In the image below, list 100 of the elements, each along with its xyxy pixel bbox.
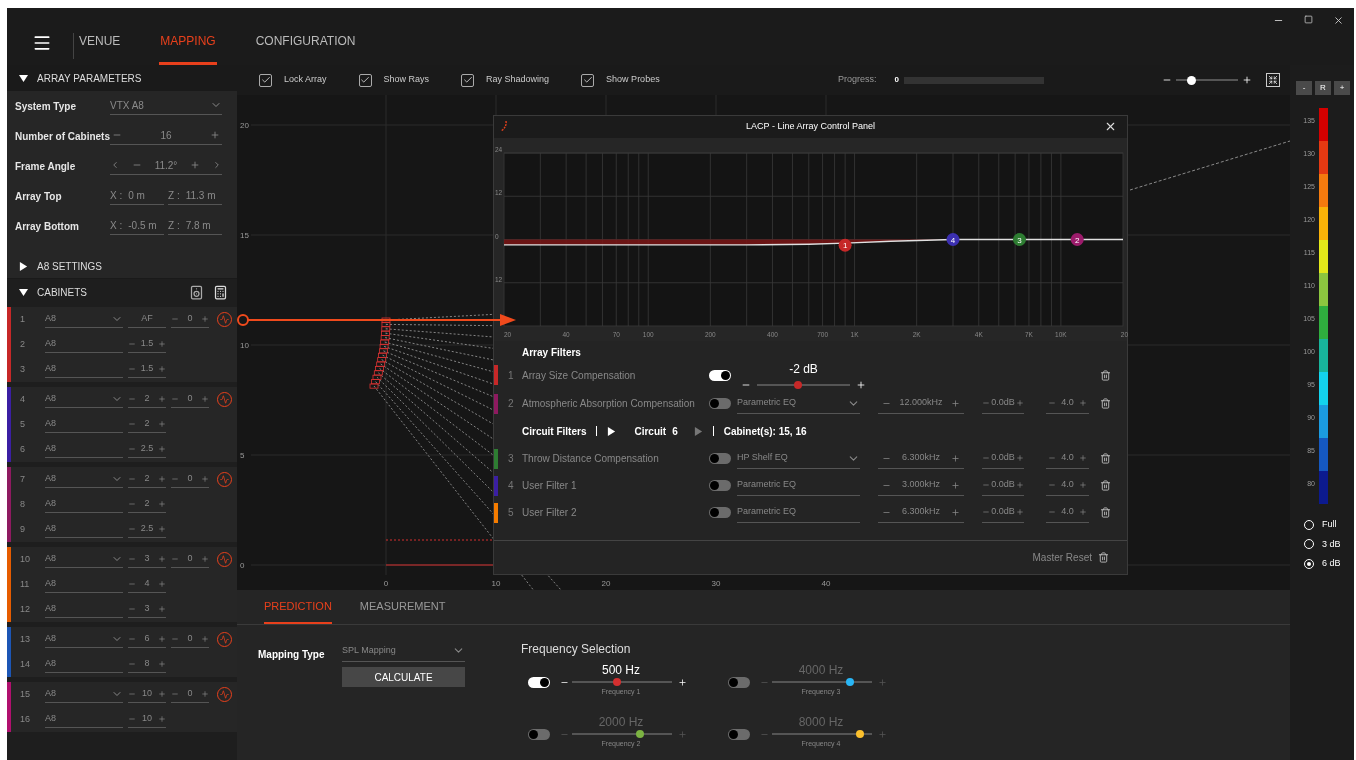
- close-icon[interactable]: [1333, 15, 1344, 26]
- close-icon[interactable]: [1104, 120, 1117, 133]
- coordinate-field[interactable]: X : 0 m: [110, 187, 164, 205]
- angle-field[interactable]: AF: [128, 311, 166, 328]
- waveform-icon[interactable]: [217, 687, 232, 702]
- triangle-right-icon[interactable]: [19, 262, 28, 271]
- chevron-left-icon[interactable]: [110, 160, 120, 170]
- toggle-switch[interactable]: [709, 398, 731, 409]
- toggle-switch[interactable]: [709, 480, 731, 491]
- filter-marker[interactable]: 4: [946, 233, 960, 246]
- filter-type-select[interactable]: Parametric EQ: [737, 393, 860, 414]
- calculator-icon[interactable]: [213, 284, 228, 300]
- slider-thumb[interactable]: [856, 730, 864, 738]
- cabinet-type-select[interactable]: A8: [45, 551, 123, 568]
- slider-thumb[interactable]: [613, 678, 621, 686]
- trash-icon[interactable]: [1100, 480, 1111, 491]
- chevron-right-icon[interactable]: [212, 160, 222, 170]
- field-label: Mapping Type: [258, 648, 326, 662]
- coordinate-field[interactable]: X : -0.5 m: [110, 217, 164, 235]
- filter-marker[interactable]: 1: [838, 238, 852, 252]
- cabinet-type-select[interactable]: A8: [45, 311, 123, 328]
- slider-thumb[interactable]: [846, 678, 854, 686]
- plus-icon[interactable]: [678, 677, 687, 687]
- coordinate-field[interactable]: Z : 11.3 m: [168, 187, 222, 205]
- filter-name: User Filter 2: [522, 506, 578, 520]
- plus-icon[interactable]: [856, 380, 866, 390]
- checkbox[interactable]: [358, 73, 372, 87]
- trash-icon[interactable]: [1098, 552, 1109, 563]
- menu-icon[interactable]: [32, 33, 52, 53]
- cabinet-type-select[interactable]: A8: [45, 521, 123, 538]
- triangle-down-icon[interactable]: [19, 73, 28, 83]
- cabinet-type-select[interactable]: A8: [45, 361, 123, 378]
- nav-tab[interactable]: VENUE: [78, 8, 122, 65]
- toggle-switch[interactable]: [528, 728, 550, 740]
- cabinet-type-select[interactable]: A8: [45, 441, 123, 458]
- slider-thumb[interactable]: [793, 381, 802, 389]
- angle-stepper[interactable]: 11.2°: [110, 157, 222, 175]
- trash-icon[interactable]: [1100, 398, 1111, 409]
- cabinet-type-select[interactable]: A8: [45, 576, 123, 593]
- maximize-icon[interactable]: [1304, 15, 1313, 24]
- filter-type-select[interactable]: Parametric EQ: [737, 502, 860, 523]
- filter-type-select[interactable]: HP Shelf EQ: [737, 448, 860, 469]
- cabinet-type-select[interactable]: A8: [45, 601, 123, 618]
- waveform-icon[interactable]: [217, 472, 232, 487]
- trash-icon[interactable]: [1100, 369, 1111, 381]
- next-arrow-icon[interactable]: [693, 426, 703, 436]
- radio-label: 3 dB: [1322, 537, 1341, 551]
- toggle-switch[interactable]: [709, 507, 731, 518]
- trash-icon[interactable]: [1100, 453, 1111, 464]
- checkbox-label: Show Probes: [606, 73, 660, 87]
- checkbox[interactable]: [259, 73, 272, 87]
- cabinet-type-select[interactable]: A8: [45, 656, 123, 673]
- toggle-switch[interactable]: [728, 728, 750, 740]
- axis-tick-label: 0: [240, 561, 245, 570]
- cabinet-type-select[interactable]: A8: [45, 416, 123, 433]
- filter-type-select[interactable]: Parametric EQ: [737, 475, 860, 496]
- trash-icon[interactable]: [1100, 507, 1111, 518]
- cabinet-type-select[interactable]: A8: [45, 711, 123, 728]
- mapping-type-select[interactable]: SPL Mapping: [342, 640, 465, 662]
- filter-name: Throw Distance Compensation: [522, 452, 660, 466]
- cabinet-type-select[interactable]: A8: [45, 336, 123, 353]
- slider-thumb[interactable]: [1187, 75, 1196, 85]
- filter-marker[interactable]: 2: [1070, 233, 1084, 246]
- previous-arrow-icon[interactable]: [607, 426, 617, 436]
- coordinate-value: 7.8 m: [185, 218, 211, 233]
- filter-marker[interactable]: 3: [1013, 233, 1026, 246]
- master-reset-button[interactable]: Master Reset: [1032, 550, 1092, 565]
- toggle-switch[interactable]: [728, 676, 750, 688]
- filter-name: Atmospheric Absorption Compensation: [522, 397, 696, 411]
- checkbox[interactable]: [461, 73, 475, 87]
- waveform-icon[interactable]: [217, 312, 232, 327]
- speaker-icon[interactable]: [189, 284, 204, 300]
- cabinet-type-select[interactable]: A8: [45, 471, 123, 488]
- nav-tab[interactable]: CONFIGURATION: [254, 8, 357, 65]
- system-type-select[interactable]: VTX A8: [110, 97, 222, 115]
- cabinet-type-select[interactable]: A8: [45, 631, 123, 648]
- cabinet-type-select[interactable]: A8: [45, 496, 123, 513]
- fit-view-icon[interactable]: [1266, 73, 1280, 87]
- waveform-icon[interactable]: [217, 552, 232, 567]
- cabinet-number: 2: [19, 337, 26, 351]
- zoom-in-icon[interactable]: [1242, 75, 1252, 85]
- tab[interactable]: MEASUREMENT: [359, 590, 446, 624]
- toggle-switch[interactable]: [709, 369, 731, 381]
- triangle-down-icon[interactable]: [19, 287, 28, 297]
- waveform-icon[interactable]: [217, 392, 232, 407]
- coordinate-field[interactable]: Z : 7.8 m: [168, 217, 222, 235]
- cabinet-type-select[interactable]: A8: [45, 391, 123, 408]
- checkbox[interactable]: [581, 73, 595, 87]
- tab[interactable]: PREDICTION: [264, 590, 332, 624]
- checkbox-label: Ray Shadowing: [486, 73, 550, 87]
- waveform-icon[interactable]: [217, 632, 232, 647]
- scale-button[interactable]: -: [1296, 81, 1312, 95]
- scale-button[interactable]: +: [1334, 81, 1350, 95]
- axis-tick-label: 40: [821, 579, 831, 588]
- calculate-button[interactable]: CALCULATE: [342, 667, 465, 687]
- scale-button[interactable]: R: [1315, 81, 1331, 95]
- cabinet-type-select[interactable]: A8: [45, 686, 123, 703]
- toggle-switch[interactable]: [528, 676, 550, 688]
- slider-thumb[interactable]: [636, 730, 644, 738]
- toggle-switch[interactable]: [709, 453, 731, 464]
